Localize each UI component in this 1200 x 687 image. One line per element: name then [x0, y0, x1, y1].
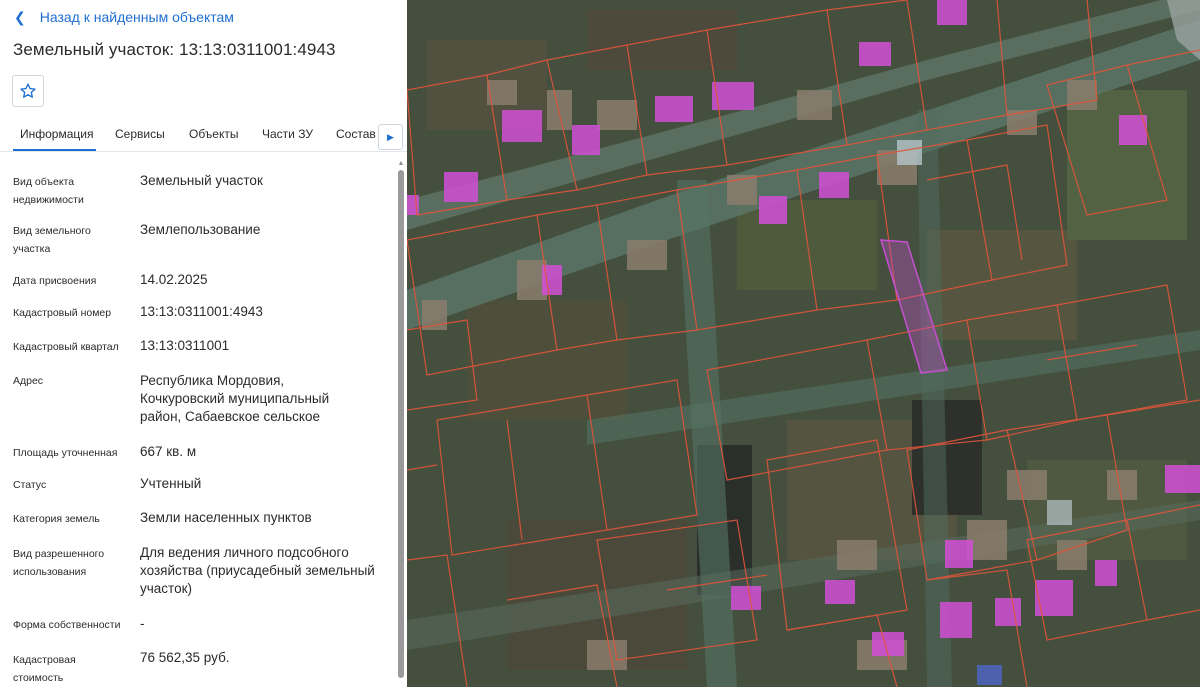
tab-bar: Информация Сервисы Объекты Части ЗУ Сост… [0, 118, 407, 152]
map-canvas[interactable] [407, 0, 1200, 687]
back-link[interactable]: ❮ Назад к найденным объектам [14, 8, 234, 26]
property-value: Учтенный [140, 476, 202, 491]
property-label: Кадастровая стоимость [13, 654, 76, 684]
favorite-button[interactable] [12, 75, 44, 107]
property-label: Форма собственности [13, 619, 121, 631]
tab-info[interactable]: Информация [20, 127, 93, 141]
tabs-scroll-right-button[interactable]: ▶ [378, 124, 403, 150]
scroll-up-icon[interactable]: ▲ [397, 160, 405, 168]
property-label: Статус [13, 479, 47, 491]
property-value: Земли населенных пунктов [140, 510, 312, 525]
page-title: Земельный участок: 13:13:0311001:4943 [13, 40, 336, 59]
property-label: Кадастровый квартал [13, 341, 119, 353]
property-value: 667 кв. м [140, 444, 197, 459]
property-value: 13:13:0311001:4943 [140, 304, 263, 319]
star-icon [20, 83, 36, 98]
back-link-label: Назад к найденным объектам [39, 9, 234, 25]
property-label: Кадастровый номер [13, 307, 112, 319]
tab-composition[interactable]: Состав [336, 127, 376, 141]
property-value: 14.02.2025 [140, 272, 208, 287]
scrollbar-thumb[interactable] [398, 170, 404, 678]
property-label: Дата присвоения [13, 275, 97, 287]
property-value: 76 562,35 руб. [140, 650, 230, 665]
tab-services[interactable]: Сервисы [115, 127, 165, 141]
tab-parts[interactable]: Части ЗУ [262, 127, 313, 141]
property-label: Вид объекта недвижимости [13, 176, 84, 206]
cadastral-map[interactable] [407, 0, 1200, 687]
property-label: Площадь уточненная [13, 447, 118, 459]
scrollbar[interactable]: ▲ [397, 160, 405, 687]
property-label: Вид разрешенного использования [13, 548, 105, 578]
property-label: Адрес [13, 375, 44, 387]
property-value: Республика Мордовия, Кочкуровский муници… [140, 373, 330, 424]
property-value: Для ведения личного подсобного хозяйства… [140, 545, 375, 596]
chevron-left-icon: ❮ [14, 9, 26, 25]
active-tab-indicator [13, 149, 96, 151]
info-panel: ❮ Назад к найденным объектам Земельный у… [0, 0, 407, 687]
property-value: Земельный участок [140, 173, 263, 188]
tab-objects[interactable]: Объекты [189, 127, 239, 141]
property-value: - [140, 616, 145, 631]
property-label: Категория земель [13, 513, 100, 525]
property-label: Вид земельного участка [13, 225, 91, 255]
property-value: 13:13:0311001 [140, 338, 230, 353]
caret-right-icon: ▶ [387, 131, 394, 142]
property-value: Землепользование [140, 222, 261, 237]
